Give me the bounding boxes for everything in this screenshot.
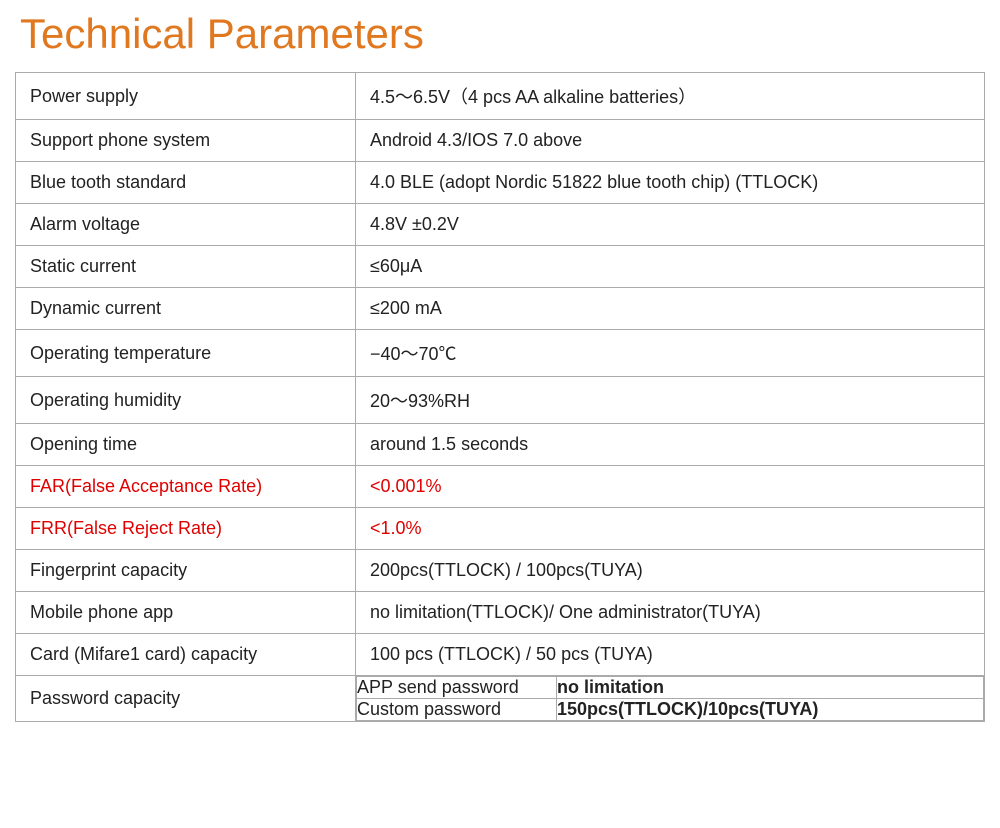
param-label: Mobile phone app	[16, 592, 356, 634]
param-label: FRR(False Reject Rate)	[16, 508, 356, 550]
param-label: Support phone system	[16, 120, 356, 162]
param-value: ≤200 mA	[356, 288, 985, 330]
parameters-table: Power supply4.5～6.5V（4 pcs AA alkaline b…	[15, 72, 985, 722]
password-sub-label: Custom password	[357, 699, 557, 721]
param-value: 4.8V ±0.2V	[356, 204, 985, 246]
table-row: Static current≤60μA	[16, 246, 985, 288]
param-label: Dynamic current	[16, 288, 356, 330]
param-value: <0.001%	[356, 466, 985, 508]
password-row: Password capacityAPP send passwordno lim…	[16, 676, 985, 722]
param-label: Operating temperature	[16, 330, 356, 377]
password-sub-value: no limitation	[557, 677, 984, 699]
param-label: Power supply	[16, 73, 356, 120]
table-row: Dynamic current≤200 mA	[16, 288, 985, 330]
param-value: <1.0%	[356, 508, 985, 550]
table-row: Mobile phone appno limitation(TTLOCK)/ O…	[16, 592, 985, 634]
password-sub-row: Custom password150pcs(TTLOCK)/10pcs(TUYA…	[357, 699, 984, 721]
password-capacity-value: APP send passwordno limitationCustom pas…	[356, 676, 985, 722]
param-value: −40～70℃	[356, 330, 985, 377]
param-value: 20～93%RH	[356, 377, 985, 424]
table-row: Support phone systemAndroid 4.3/IOS 7.0 …	[16, 120, 985, 162]
param-label: Blue tooth standard	[16, 162, 356, 204]
table-row: Operating humidity20～93%RH	[16, 377, 985, 424]
param-value: 200pcs(TTLOCK) / 100pcs(TUYA)	[356, 550, 985, 592]
page-title: Technical Parameters	[15, 10, 985, 58]
password-sub-row: APP send passwordno limitation	[357, 677, 984, 699]
param-value: 100 pcs (TTLOCK) / 50 pcs (TUYA)	[356, 634, 985, 676]
table-row: Power supply4.5～6.5V（4 pcs AA alkaline b…	[16, 73, 985, 120]
password-sub-table: APP send passwordno limitationCustom pas…	[356, 676, 984, 721]
table-row: FAR(False Acceptance Rate)<0.001%	[16, 466, 985, 508]
table-row: Card (Mifare1 card) capacity100 pcs (TTL…	[16, 634, 985, 676]
param-label: Card (Mifare1 card) capacity	[16, 634, 356, 676]
table-row: Fingerprint capacity200pcs(TTLOCK) / 100…	[16, 550, 985, 592]
param-value: 4.0 BLE (adopt Nordic 51822 blue tooth c…	[356, 162, 985, 204]
param-label: Opening time	[16, 424, 356, 466]
param-label: Alarm voltage	[16, 204, 356, 246]
param-label: Operating humidity	[16, 377, 356, 424]
table-row: Operating temperature−40～70℃	[16, 330, 985, 377]
param-value: around 1.5 seconds	[356, 424, 985, 466]
param-value: no limitation(TTLOCK)/ One administrator…	[356, 592, 985, 634]
password-sub-value: 150pcs(TTLOCK)/10pcs(TUYA)	[557, 699, 984, 721]
table-row: FRR(False Reject Rate)<1.0%	[16, 508, 985, 550]
table-row: Blue tooth standard4.0 BLE (adopt Nordic…	[16, 162, 985, 204]
table-row: Alarm voltage4.8V ±0.2V	[16, 204, 985, 246]
password-capacity-label: Password capacity	[16, 676, 356, 722]
password-sub-label: APP send password	[357, 677, 557, 699]
param-value: Android 4.3/IOS 7.0 above	[356, 120, 985, 162]
table-row: Opening timearound 1.5 seconds	[16, 424, 985, 466]
param-value: 4.5～6.5V（4 pcs AA alkaline batteries）	[356, 73, 985, 120]
param-label: Static current	[16, 246, 356, 288]
param-label: FAR(False Acceptance Rate)	[16, 466, 356, 508]
param-value: ≤60μA	[356, 246, 985, 288]
param-label: Fingerprint capacity	[16, 550, 356, 592]
